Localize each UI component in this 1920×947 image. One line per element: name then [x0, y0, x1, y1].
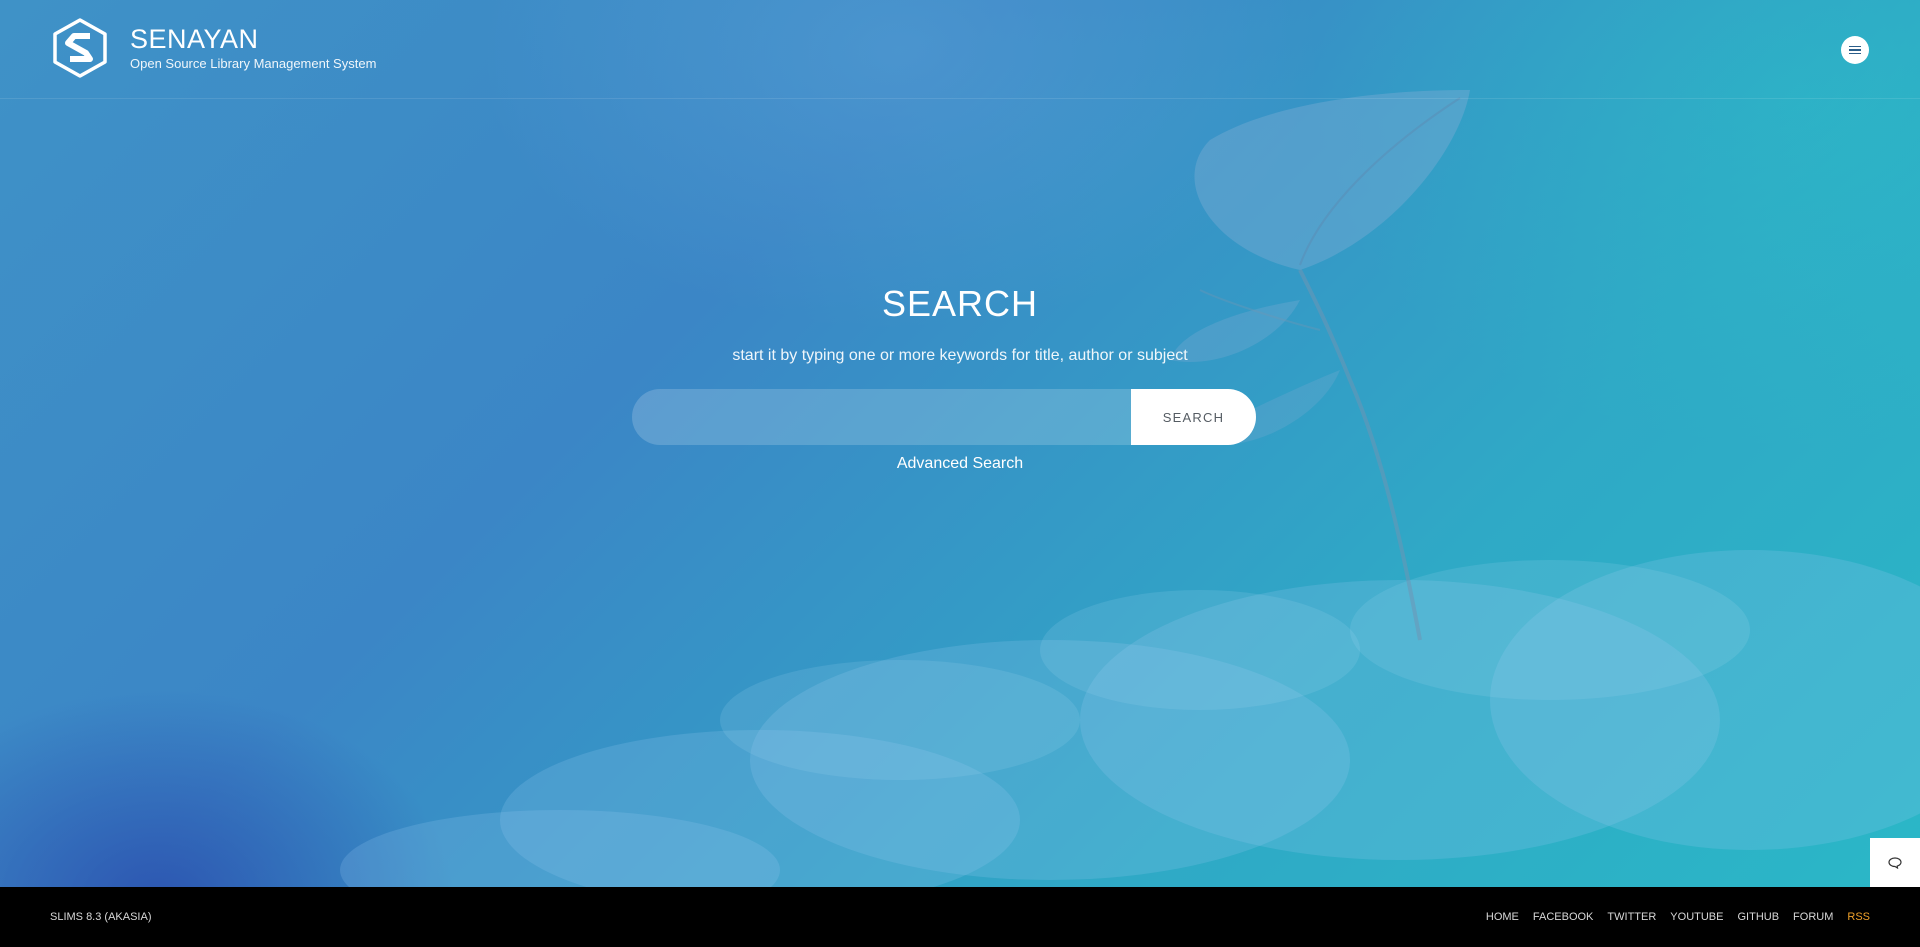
background-glow [0, 0, 1920, 947]
version-label: SLIMS 8.3 (AKASIA) [50, 911, 152, 923]
footer-link-youtube[interactable]: YOUTUBE [1670, 911, 1723, 923]
search-hint-text: start it by typing one or more keywords … [732, 347, 1188, 364]
brand-subtitle: Open Source Library Management System [130, 56, 377, 71]
search-button[interactable]: SEARCH [1131, 389, 1256, 445]
brand-title[interactable]: SENAYAN [130, 24, 259, 55]
search-heading: SEARCH [881, 283, 1039, 324]
footer-nav: HOME FACEBOOK TWITTER YOUTUBE GITHUB FOR… [1486, 911, 1870, 923]
chat-button[interactable] [1870, 838, 1920, 887]
footer-link-github[interactable]: GITHUB [1737, 911, 1779, 923]
menu-button[interactable] [1841, 36, 1869, 64]
site-header: SENAYAN Open Source Library Management S… [0, 0, 1920, 99]
app-root: SENAYAN Open Source Library Management S… [0, 0, 1920, 947]
advanced-search-link[interactable]: Advanced Search [897, 455, 1023, 472]
site-footer: SLIMS 8.3 (AKASIA) HOME FACEBOOK TWITTER… [0, 887, 1920, 947]
search-input[interactable] [632, 389, 1132, 445]
search-form: SEARCH [632, 389, 1256, 445]
footer-link-facebook[interactable]: FACEBOOK [1533, 911, 1594, 923]
chat-bubble-icon [1888, 856, 1902, 869]
footer-link-home[interactable]: HOME [1486, 911, 1519, 923]
hamburger-menu-icon [1849, 45, 1861, 55]
advanced-search-container: Advanced Search [0, 455, 1920, 473]
footer-link-forum[interactable]: FORUM [1793, 911, 1833, 923]
footer-link-rss[interactable]: RSS [1847, 911, 1870, 923]
hexagon-s-logo-icon[interactable] [52, 17, 108, 79]
footer-link-twitter[interactable]: TWITTER [1607, 911, 1656, 923]
